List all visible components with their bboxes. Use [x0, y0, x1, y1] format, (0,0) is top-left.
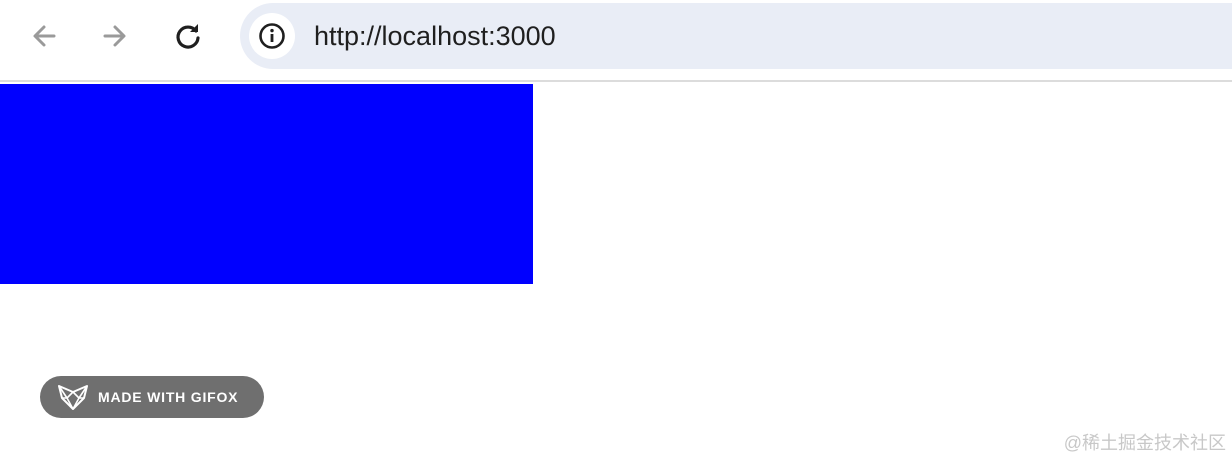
blue-box — [0, 84, 533, 284]
gifox-fox-icon — [56, 382, 90, 412]
arrow-left-icon — [33, 25, 56, 47]
gifox-badge: MADE WITH GIFOX — [40, 376, 264, 418]
reload-icon — [176, 24, 200, 49]
address-bar[interactable]: http://localhost:3000 — [240, 3, 1232, 69]
back-button[interactable] — [24, 16, 64, 56]
forward-button[interactable] — [95, 16, 135, 56]
gifox-label: MADE WITH GIFOX — [98, 389, 239, 405]
url-text[interactable]: http://localhost:3000 — [314, 20, 556, 52]
arrow-right-icon — [103, 25, 126, 47]
browser-toolbar: http://localhost:3000 — [0, 0, 1232, 82]
reload-button[interactable] — [168, 16, 208, 56]
info-icon — [259, 23, 285, 49]
page-viewport: MADE WITH GIFOX @稀土掘金技术社区 — [0, 82, 1232, 458]
site-info-button[interactable] — [249, 13, 295, 59]
watermark: @稀土掘金技术社区 — [1063, 433, 1226, 453]
